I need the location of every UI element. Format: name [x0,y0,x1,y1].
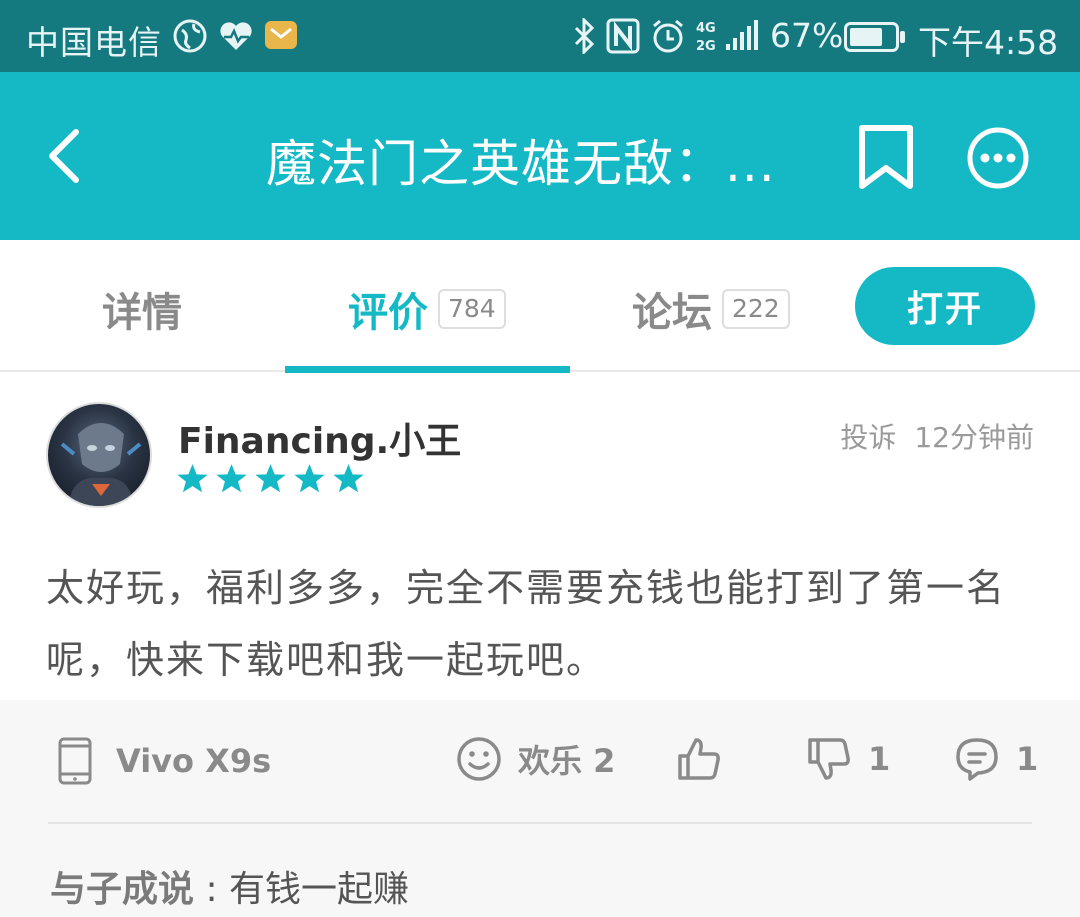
alarm-icon [653,19,683,53]
battery-icon [844,22,905,52]
tab-label: 评价 [348,290,428,336]
device-label: Vivo X9s [116,742,272,780]
review-meta: 投诉 12分钟前 [840,416,1034,456]
avatar-image [60,423,142,506]
thumbs-down-icon [808,738,850,780]
tab-label: 论坛 [632,290,712,336]
phone-icon [58,737,92,785]
bluetooth-icon [574,18,595,54]
device-info: Vivo X9s [56,736,271,786]
open-app-button[interactable]: 打开 [855,267,1035,345]
app-title-bar: 魔法门之英雄无敌：... [0,72,1080,240]
more-options-icon[interactable] [966,126,1030,190]
smiley-icon [457,737,501,781]
battery-percent: 67% [770,16,844,55]
svg-text:4G: 4G [696,21,716,36]
star-icon [255,464,286,493]
carrier-label: 中国电信 [26,23,162,62]
comment-bubble-icon [956,738,998,781]
review-text: 太好玩，福利多多，完全不需要充钱也能打到了第一名呢，快来下载吧和我一起玩吧。 [46,566,1007,682]
comment-count: 1 [1016,740,1039,778]
clock-time: 下午4:58 [918,23,1059,62]
health-heart-icon [220,22,252,50]
tab-details[interactable]: 详情 [102,280,182,338]
thumbs-up-icon [678,738,720,780]
tab-label: 详情 [102,290,182,336]
dislike-button[interactable]: 1 [806,736,890,782]
review-footer: Vivo X9s 欢乐 2 1 1 与子成说 : 有钱一起赚 [0,700,1080,917]
star-icon [177,464,208,493]
reply-separator: : [194,869,230,910]
divider [48,822,1032,824]
nfc-icon [606,18,640,54]
tab-reviews[interactable]: 评价 784 [348,280,506,338]
comment-button[interactable]: 1 [954,736,1038,782]
reply-username[interactable]: 与子成说 [50,869,194,910]
tab-forum[interactable]: 论坛 222 [632,280,790,338]
globe-icon [173,19,207,53]
avatar[interactable] [46,402,152,508]
tab-bar: 详情 评价 784 论坛 222 打开 [0,240,1080,373]
review-count-badge: 784 [438,289,506,329]
star-icon [294,464,325,493]
reply-text: 有钱一起赚 [229,869,410,910]
rating-stars [176,462,365,495]
page-title: 魔法门之英雄无敌：... [266,135,776,193]
back-arrow-icon[interactable] [40,126,90,186]
report-link[interactable]: 投诉 [840,416,896,456]
active-tab-indicator [285,366,570,373]
star-icon [333,464,364,493]
dislike-count: 1 [868,740,891,778]
bookmark-icon[interactable] [856,124,916,190]
mail-icon [265,21,297,49]
fun-reaction-label: 欢乐 2 [518,742,616,780]
review-username[interactable]: Financing.小王 [178,412,461,464]
signal-icon: 4G2G [696,20,758,54]
svg-text:2G: 2G [696,39,716,54]
review-timestamp: 12分钟前 [914,421,1034,454]
star-icon [216,464,247,493]
fun-reaction-button[interactable]: 欢乐 2 [456,736,615,782]
reply-preview[interactable]: 与子成说 : 有钱一起赚 [50,860,409,912]
forum-count-badge: 222 [722,289,790,329]
status-bar: 中国电信 4G 2G 67% 下午4:58 [0,0,1080,72]
like-button[interactable] [676,736,722,782]
